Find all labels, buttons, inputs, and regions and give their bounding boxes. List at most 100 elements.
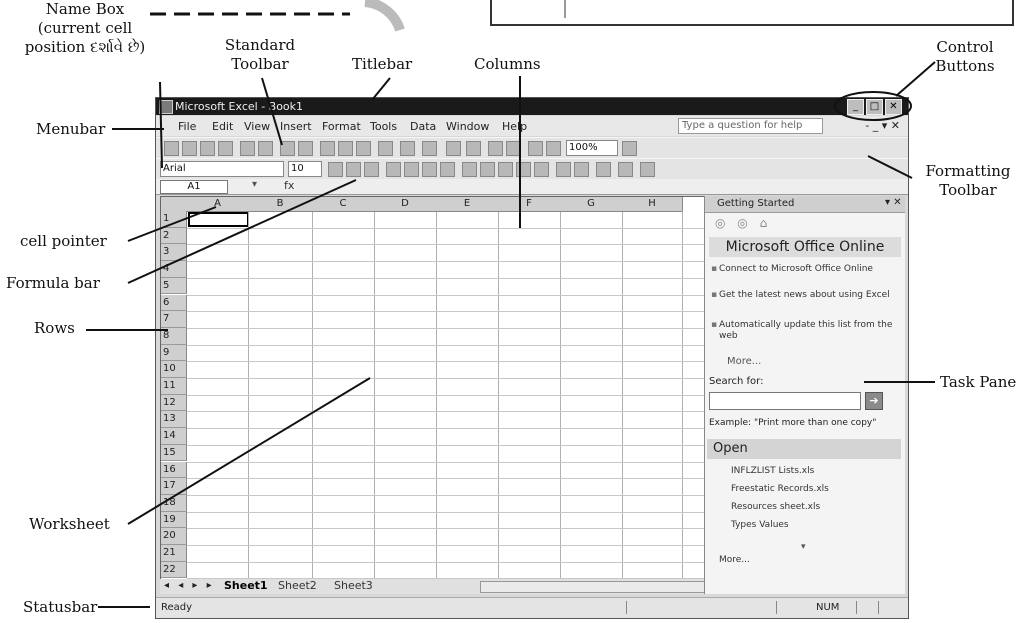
insert-function-icon[interactable]: fx — [284, 179, 294, 192]
font-color-icon[interactable] — [640, 162, 655, 177]
menu-window[interactable]: Window — [446, 120, 489, 133]
print-icon[interactable] — [240, 141, 255, 156]
row-header[interactable]: 14 — [161, 428, 187, 445]
task-pane-search-input[interactable] — [709, 392, 861, 410]
menu-insert[interactable]: Insert — [280, 120, 312, 133]
zoom-select[interactable]: 100% — [566, 140, 618, 156]
increase-indent-icon[interactable] — [574, 162, 589, 177]
open-item-1[interactable]: INFLZLIST Lists.xls — [731, 466, 814, 476]
column-header[interactable]: A — [187, 197, 249, 212]
new-icon[interactable] — [164, 141, 179, 156]
increase-decimal-icon[interactable] — [516, 162, 531, 177]
title-bar[interactable]: Microsoft Excel - Book1 _ □ ✕ — [156, 98, 908, 115]
help-icon[interactable] — [622, 141, 637, 156]
task-pane-nav-icons[interactable]: ◎ ◎ ⌂ — [715, 216, 771, 230]
pane-expand-icon[interactable]: ▾ — [801, 542, 806, 552]
sort-ascending-icon[interactable] — [488, 141, 503, 156]
spelling-icon[interactable] — [280, 141, 295, 156]
row-header[interactable]: 11 — [161, 378, 187, 395]
row-header[interactable]: 22 — [161, 561, 187, 579]
column-header[interactable]: F — [498, 197, 561, 212]
menu-help[interactable]: Help — [502, 120, 527, 133]
row-header[interactable]: 1 — [161, 211, 187, 228]
copy-icon[interactable] — [338, 141, 353, 156]
column-header[interactable]: E — [436, 197, 499, 212]
chart-wizard-icon[interactable] — [528, 141, 543, 156]
column-header[interactable]: C — [312, 197, 375, 212]
row-header[interactable]: 5 — [161, 277, 187, 295]
row-header[interactable]: 10 — [161, 361, 187, 378]
row-header[interactable]: 17 — [161, 478, 187, 495]
column-header[interactable]: D — [374, 197, 437, 212]
autosum-icon[interactable] — [466, 141, 481, 156]
open-item-2[interactable]: Freestatic Records.xls — [731, 484, 829, 494]
select-all-corner[interactable] — [161, 197, 188, 212]
print-preview-icon[interactable] — [258, 141, 273, 156]
drawing-icon[interactable] — [546, 141, 561, 156]
row-header[interactable]: 12 — [161, 394, 187, 412]
more-link[interactable]: More... — [727, 356, 761, 367]
row-header[interactable]: 20 — [161, 528, 187, 545]
row-header[interactable]: 6 — [161, 294, 187, 312]
menu-format[interactable]: Format — [322, 120, 361, 133]
row-header[interactable]: 21 — [161, 545, 187, 562]
worksheet-grid[interactable]: A B C D E F G H 1 2 3 4 5 6 7 8 9 10 11 12 13 14 15 16 17 18 19 20 2… — [160, 196, 710, 580]
decrease-decimal-icon[interactable] — [534, 162, 549, 177]
document-window-controls[interactable]: - _ ▾ ✕ — [865, 119, 900, 132]
maximize-icon[interactable]: □ — [866, 99, 883, 115]
excel-app-icon[interactable] — [159, 100, 173, 114]
decrease-indent-icon[interactable] — [556, 162, 571, 177]
row-header[interactable]: 19 — [161, 511, 187, 529]
row-header[interactable]: 15 — [161, 444, 187, 462]
sheet-nav-arrows[interactable]: ◂ ◂ ▸ ▸ — [164, 580, 215, 591]
open-icon[interactable] — [182, 141, 197, 156]
menu-tools[interactable]: Tools — [370, 120, 397, 133]
percent-icon[interactable] — [480, 162, 495, 177]
redo-icon[interactable] — [422, 141, 437, 156]
font-name-select[interactable]: Arial — [160, 161, 284, 177]
align-left-icon[interactable] — [386, 162, 401, 177]
row-header[interactable]: 2 — [161, 227, 187, 245]
cut-icon[interactable] — [320, 141, 335, 156]
help-search-input[interactable]: Type a question for help — [678, 118, 823, 134]
merge-center-icon[interactable] — [440, 162, 455, 177]
horizontal-scrollbar[interactable] — [480, 581, 712, 593]
paste-icon[interactable] — [356, 141, 371, 156]
bold-icon[interactable] — [328, 162, 343, 177]
name-box[interactable]: A1 — [160, 180, 228, 194]
row-header[interactable]: 4 — [161, 261, 187, 278]
font-size-select[interactable]: 10 — [288, 161, 322, 177]
minimize-icon[interactable]: _ — [847, 99, 864, 115]
save-icon[interactable] — [200, 141, 215, 156]
row-header[interactable]: 16 — [161, 461, 187, 479]
link-latest-news[interactable]: Get the latest news about using Excel — [711, 290, 899, 301]
close-icon[interactable]: ✕ — [885, 99, 902, 115]
cell-pointer[interactable] — [188, 212, 249, 227]
open-item-4[interactable]: Types Values — [731, 520, 789, 530]
row-header[interactable]: 3 — [161, 244, 187, 262]
menu-edit[interactable]: Edit — [212, 120, 233, 133]
column-header[interactable]: H — [622, 197, 683, 212]
link-auto-update[interactable]: Automatically update this list from the … — [711, 320, 899, 342]
name-box-dropdown-icon[interactable]: ▾ — [252, 179, 257, 190]
research-icon[interactable] — [298, 141, 313, 156]
sort-descending-icon[interactable] — [506, 141, 521, 156]
open-more-link[interactable]: More... — [719, 555, 750, 565]
permission-icon[interactable] — [218, 141, 233, 156]
align-center-icon[interactable] — [404, 162, 419, 177]
row-header[interactable]: 18 — [161, 494, 187, 512]
task-pane-close-icon[interactable]: ▾ ✕ — [885, 197, 902, 208]
tab-sheet1[interactable]: Sheet1 — [224, 579, 268, 592]
undo-icon[interactable] — [400, 141, 415, 156]
row-header[interactable]: 8 — [161, 327, 187, 345]
underline-icon[interactable] — [364, 162, 379, 177]
comma-icon[interactable] — [498, 162, 513, 177]
open-item-3[interactable]: Resources sheet.xls — [731, 502, 820, 512]
borders-icon[interactable] — [596, 162, 611, 177]
row-header[interactable]: 13 — [161, 411, 187, 429]
menu-view[interactable]: View — [244, 120, 270, 133]
row-header[interactable]: 9 — [161, 344, 187, 362]
search-go-icon[interactable]: ➔ — [865, 392, 883, 410]
hyperlink-icon[interactable] — [446, 141, 461, 156]
menu-file[interactable]: File — [178, 120, 196, 133]
